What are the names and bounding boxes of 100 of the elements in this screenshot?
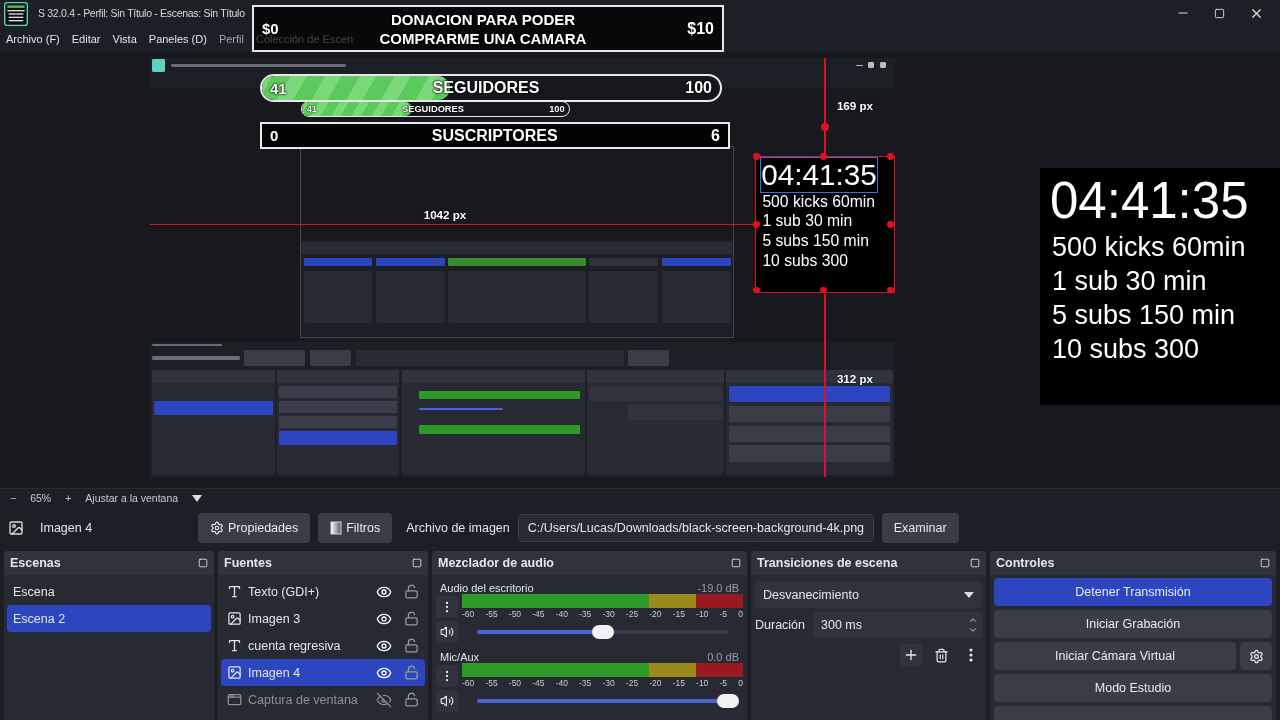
channel-name: Mic/Aux xyxy=(440,651,480,663)
control-button[interactable]: Iniciar Cámara Virtual xyxy=(994,642,1236,670)
source-item[interactable]: cuenta regresiva xyxy=(221,632,425,659)
unlock-icon[interactable] xyxy=(404,611,419,626)
filters-button[interactable]: Filtros xyxy=(318,512,393,543)
scale-label: -5 xyxy=(719,609,728,619)
goal-title: COMPRARME UNA CAMARA xyxy=(379,28,587,48)
speaker-icon xyxy=(440,625,454,639)
undock-icon[interactable] xyxy=(1260,558,1270,568)
scene-item[interactable]: Escena xyxy=(7,578,211,605)
undock-icon[interactable] xyxy=(970,558,980,568)
menu-item[interactable]: Paneles (D) xyxy=(148,33,207,45)
speaker-button[interactable] xyxy=(436,621,458,643)
image-icon xyxy=(227,611,242,626)
more-options-button[interactable] xyxy=(436,595,458,618)
guide-handle xyxy=(820,123,829,132)
panel-title: Transiciones de escena xyxy=(757,556,898,570)
panel-title: Fuentes xyxy=(224,556,272,570)
selected-source-name: Imagen 4 xyxy=(40,520,94,535)
caret-icon[interactable] xyxy=(192,494,203,502)
window-title: S 32.0.4 - Perfil: Sin Título - Escenas: Sin Título xyxy=(38,7,245,19)
resize-handle[interactable] xyxy=(753,220,761,228)
fit-to-window-button[interactable]: Ajustar a la ventana xyxy=(85,492,179,504)
scene-item[interactable]: Escena 2 xyxy=(7,605,211,632)
resize-handle[interactable] xyxy=(886,153,894,161)
undock-icon[interactable] xyxy=(731,558,741,568)
scale-label: -25 xyxy=(625,678,639,688)
zoom-level: 65% xyxy=(30,492,52,504)
more-options-button[interactable] xyxy=(436,664,458,687)
browse-button[interactable]: Examinar xyxy=(881,512,959,543)
scale-label: -5 xyxy=(719,678,728,688)
timer-rule-text: 500 kicks 60min xyxy=(1052,231,1246,264)
source-item[interactable]: Texto (GDI+) xyxy=(221,578,425,605)
unlock-icon[interactable] xyxy=(404,638,419,653)
undock-icon[interactable] xyxy=(198,558,208,568)
menu-item[interactable]: Editar xyxy=(71,33,101,45)
scale-label: -40 xyxy=(555,609,568,619)
panel-title: Escenas xyxy=(10,556,61,570)
transition-dropdown[interactable]: Desvanecimiento xyxy=(755,582,982,608)
resize-handle[interactable] xyxy=(753,153,761,161)
distance-label: 312 px xyxy=(836,372,874,386)
goal-amount: $10 xyxy=(687,19,714,38)
duration-label: Duración xyxy=(755,618,806,632)
timer-rule-text: 1 sub 30 min xyxy=(762,211,853,232)
unlock-icon[interactable] xyxy=(404,665,419,680)
control-button[interactable]: Modo Estudio xyxy=(994,674,1272,702)
channel-name: Audio del escritorio xyxy=(440,582,534,594)
source-item[interactable]: Imagen 3 xyxy=(221,605,425,632)
resize-handle[interactable] xyxy=(886,286,894,294)
settings-button[interactable] xyxy=(1240,642,1272,670)
control-button[interactable]: Iniciar Grabación xyxy=(994,610,1272,638)
progress-goal: 100 xyxy=(549,104,565,114)
scale-label: 0 xyxy=(738,678,743,688)
menu-item[interactable]: Vista xyxy=(112,33,137,45)
add-button[interactable] xyxy=(900,644,922,666)
scale-label: -15 xyxy=(672,609,685,619)
counter-goal: 6 xyxy=(711,126,720,145)
distance-label: 169 px xyxy=(836,98,874,112)
scale-label: -10 xyxy=(696,609,709,619)
volume-reading: -19.0 dB xyxy=(697,582,739,594)
goal-title: DONACION PARA PODER xyxy=(390,9,576,29)
chevron-down-icon[interactable] xyxy=(968,625,978,635)
panel-title: Controles xyxy=(996,556,1055,570)
volume-reading: 0.0 dB xyxy=(707,651,739,663)
resize-handle[interactable] xyxy=(753,286,761,294)
slider-thumb[interactable] xyxy=(717,694,739,708)
gear-icon xyxy=(210,520,224,535)
resize-handle[interactable] xyxy=(820,286,827,294)
chevron-up-icon[interactable] xyxy=(968,615,978,625)
unlock-icon[interactable] xyxy=(404,692,419,707)
slider-thumb[interactable] xyxy=(591,625,614,639)
control-button[interactable]: Detener Transmisión xyxy=(994,578,1272,606)
window-icon xyxy=(227,692,242,707)
source-item[interactable]: Captura de ventana xyxy=(221,686,425,713)
scale-label: -35 xyxy=(579,609,592,619)
timer-rule-text: 10 subs 300 xyxy=(1052,333,1200,366)
undock-icon[interactable] xyxy=(412,558,422,568)
scale-label: 0 xyxy=(738,609,743,619)
zoom-out-button[interactable]: − xyxy=(10,492,17,504)
eye-off-icon[interactable] xyxy=(376,691,392,708)
duration-field[interactable]: 300 ms xyxy=(813,612,982,638)
source-item[interactable]: Imagen 4 xyxy=(221,659,425,686)
text-icon xyxy=(227,638,242,653)
scale-label: -60 xyxy=(462,609,475,619)
scale-label: -45 xyxy=(532,609,545,619)
scale-label: -50 xyxy=(508,678,522,688)
unlock-icon[interactable] xyxy=(404,584,419,599)
file-path-field[interactable]: C:/Users/Lucas/Downloads/black-screen-background-4k.png xyxy=(517,513,874,542)
scale-label: -55 xyxy=(485,609,498,619)
scale-label: -20 xyxy=(649,678,662,688)
speaker-button[interactable] xyxy=(436,690,458,712)
properties-button[interactable]: Propiedades xyxy=(198,512,311,543)
panel-title: Mezclador de audio xyxy=(438,556,554,570)
scale-label: -60 xyxy=(462,678,475,688)
zoom-in-button[interactable]: + xyxy=(65,492,72,504)
maximize-icon[interactable] xyxy=(1214,7,1225,19)
resize-handle[interactable] xyxy=(886,220,894,228)
menu-item[interactable]: Archivo (F) xyxy=(6,33,60,45)
app-icon xyxy=(4,2,28,26)
file-label: Archivo de imagen xyxy=(406,520,510,535)
